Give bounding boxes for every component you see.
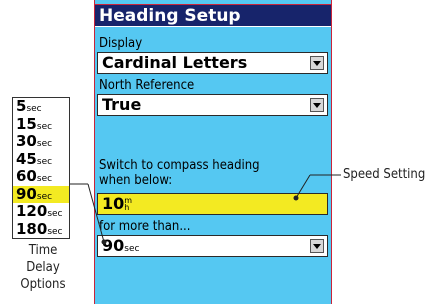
time-callout-line-angled	[87, 183, 105, 243]
callout-lines	[70, 174, 341, 245]
speed-callout-dot	[293, 195, 299, 201]
time-callout-dot	[101, 239, 107, 245]
speed-callout-line-angled	[295, 174, 311, 199]
